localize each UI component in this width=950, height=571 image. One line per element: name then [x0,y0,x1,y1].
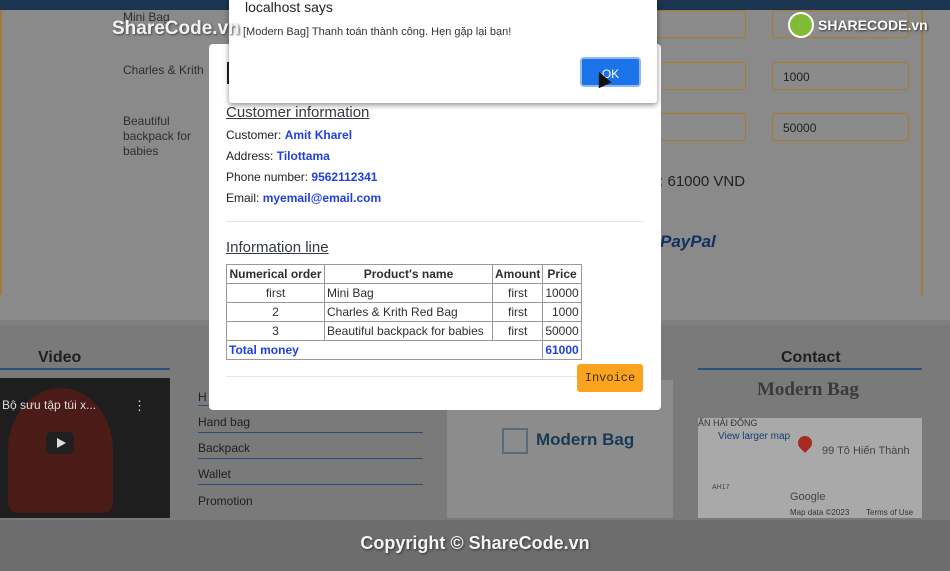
address-row: Address: Tilottama [226,149,330,163]
contact-brand: Modern Bag [757,379,859,400]
amount-cell: first [491,302,544,322]
video-caption: Bộ sưu tập túi x... [2,398,97,412]
email-value: myemail@email.com [262,191,382,205]
column-header: Numerical order [226,264,325,284]
email-row: Email: myemail@email.com [226,191,381,205]
view-larger-map-link[interactable]: View larger map [718,431,790,442]
information-line-heading: Information line [226,239,329,256]
order-number-cell: 3 [226,321,325,341]
footer-divider [0,368,170,370]
alert-title: localhost says [245,0,333,15]
cart-item-name: Beautiful backpack for babies [123,114,192,158]
video-player[interactable]: Bộ sưu tập túi x... ⋮ [0,378,170,518]
customer-label: Customer: [226,128,282,142]
invoice-button[interactable]: Invoice [577,364,643,392]
column-header: Product's name [324,264,493,284]
total-label: Total money [225,340,544,360]
total-row: Total money 61000 [225,340,582,360]
footer-link-hand-bag[interactable]: Hand bag [198,415,423,433]
cart-total: t: 61000 VND [655,173,746,190]
amount-cell: first [491,321,544,341]
map-road-label: AH17 [712,484,730,491]
google-logo: Google [790,491,826,503]
table-row: 3 Beautiful backpack for babies first 50… [226,321,582,341]
map-terms-link[interactable]: Terms of Use [866,508,913,517]
play-icon[interactable] [46,432,74,454]
section-divider [226,221,644,222]
product-name-cell: Beautiful backpack for babies [324,321,493,341]
footer-video-title: Video [38,349,82,366]
cart-price-field: 1000 [772,62,909,90]
product-name-cell: Charles & Krith Red Bag [324,302,493,322]
footer-logo-text: Modern Bag [536,430,635,449]
copyright-text: Copyright © ShareCode.vn [360,533,590,553]
price-cell: 50000 [542,321,582,341]
footer-link-wallet[interactable]: Wallet [198,467,423,485]
cart-qty-input[interactable] [650,62,746,90]
order-number-cell: 2 [226,302,325,322]
embedded-map[interactable]: ẤN HẢI ĐÔNG View larger map 99 Tô Hiến T… [698,418,922,518]
customer-info-heading: Customer information [226,104,370,121]
table-header-row: Numerical order Product's name Amount Pr… [226,264,582,284]
sharecode-badge-text: SHARECODE.vn [818,17,928,33]
cart-item-name: Charles & Krith [123,63,204,77]
order-lines-table: Numerical order Product's name Amount Pr… [225,264,582,360]
table-row: first Mini Bag first 10000 [226,283,582,303]
footer-divider [226,376,581,377]
table-row: 2 Charles & Krith Red Bag first 1000 [226,302,582,322]
phone-value: 9562112341 [311,170,378,184]
customer-row: Customer: Amit Kharel [226,128,352,142]
footer-link-backpack[interactable]: Backpack [198,441,423,459]
customer-value: Amit Kharel [284,128,353,142]
column-header: Price [542,264,582,284]
product-name-cell: Mini Bag [324,283,493,303]
phone-row: Phone number: 9562112341 [226,170,377,184]
map-pin-icon[interactable] [795,433,815,453]
column-header: Amount [491,264,544,284]
map-district-label: ẤN HẢI ĐÔNG [698,418,758,428]
paypal-button[interactable]: PayPal [660,232,716,252]
email-label: Email: [226,191,260,205]
total-value: 61000 [542,340,582,360]
map-address-label: 99 Tô Hiến Thành [822,445,910,457]
alert-message: [Modern Bag] Thanh toán thành công. Hẹn … [243,26,512,38]
cart-price-field: 50000 [772,113,909,141]
footer-contact-title: Contact [781,349,841,366]
amount-cell: first [491,283,544,303]
cart-qty-input[interactable] [650,10,746,38]
address-value: Tilottama [276,149,330,163]
browser-alert-dialog: localhost says [Modern Bag] Thanh toán t… [229,0,657,103]
watermark-text: ShareCode.vn [112,18,240,39]
more-vert-icon[interactable]: ⋮ [133,398,146,414]
footer-divider [698,368,922,370]
sharecode-logo-icon [788,12,814,38]
footer-link-promotion[interactable]: Promotion [198,494,423,511]
sharecode-badge: SHARECODE.vn [788,10,928,40]
cart-border-right [921,10,923,295]
price-cell: 10000 [542,283,582,303]
order-number-cell: first [226,283,325,303]
phone-label: Phone number: [226,170,309,184]
address-label: Address: [226,149,274,163]
cart-qty-input[interactable] [650,113,746,141]
map-data-credit: Map data ©2023 [790,508,850,517]
cart-border-left [0,10,2,295]
logo-mark-icon [502,428,528,454]
price-cell: 1000 [542,302,582,322]
